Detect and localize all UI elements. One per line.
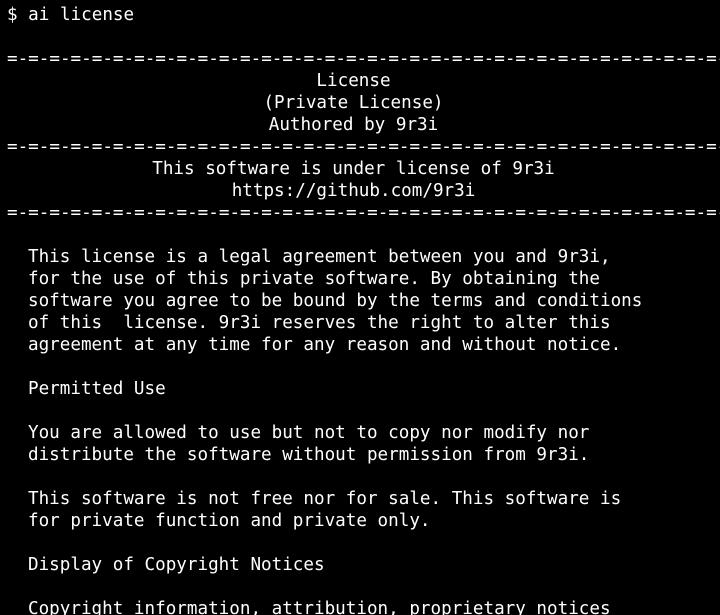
- paragraph-line: This software is not free nor for sale. …: [28, 489, 622, 509]
- license-author: Authored by 9r3i: [268, 115, 439, 135]
- copyright-paragraph-line: Copyright information, attribution, prop…: [28, 599, 611, 615]
- command-prompt: $ ai license: [7, 5, 135, 25]
- paragraph-line: for private function and private only.: [28, 511, 431, 531]
- copyright-heading: Display of Copyright Notices: [28, 555, 325, 575]
- terminal-window[interactable]: $ ai license =-=-=-=-=-=-=-=-=-=-=-=-=-=…: [0, 0, 720, 615]
- license-subtitle: (Private License): [263, 93, 444, 113]
- paragraph-line: distribute the software without permissi…: [28, 445, 590, 465]
- separator-bottom: =-=-=-=-=-=-=-=-=-=-=-=-=-=-=-=-=-=-=-=-…: [7, 203, 720, 223]
- not-for-sale-paragraph: This software is not free nor for sale. …: [7, 488, 720, 532]
- separator-middle: =-=-=-=-=-=-=-=-=-=-=-=-=-=-=-=-=-=-=-=-…: [7, 137, 720, 157]
- paragraph-line: for the use of this private software. By…: [28, 269, 600, 289]
- license-url: https://github.com/9r3i: [231, 181, 476, 201]
- license-notice: This software is under license of 9r3i: [152, 159, 555, 179]
- paragraph-line: agreement at any time for any reason and…: [28, 335, 622, 355]
- agreement-paragraph: This license is a legal agreement betwee…: [7, 246, 720, 356]
- permitted-use-paragraph: You are allowed to use but not to copy n…: [7, 422, 720, 466]
- license-title: License: [316, 71, 391, 91]
- paragraph-line: software you agree to be bound by the te…: [28, 291, 643, 311]
- paragraph-line: You are allowed to use but not to copy n…: [28, 423, 590, 443]
- paragraph-line: This license is a legal agreement betwee…: [28, 247, 611, 267]
- separator-top: =-=-=-=-=-=-=-=-=-=-=-=-=-=-=-=-=-=-=-=-…: [7, 49, 720, 69]
- paragraph-line: of this license. 9r3i reserves the right…: [28, 313, 611, 333]
- permitted-use-heading: Permitted Use: [28, 379, 166, 399]
